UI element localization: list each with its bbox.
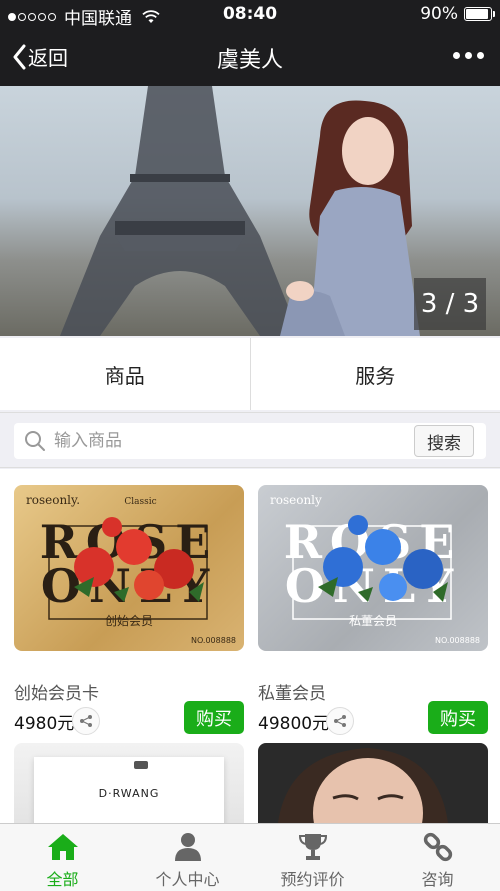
card-member-label: 私董会员: [348, 614, 397, 628]
more-button[interactable]: [453, 52, 484, 59]
search-input[interactable]: [54, 425, 414, 457]
tabbar-label: 预约评价: [280, 870, 345, 889]
share-button[interactable]: [72, 707, 100, 735]
dot-icon: [453, 52, 460, 59]
rose-bouquet-image: [318, 515, 448, 602]
product-image: roseonly ROSE ONLY 私董会员 NO.008888: [258, 485, 488, 651]
share-icon: [80, 715, 92, 727]
dot-icon: [465, 52, 472, 59]
tabbar-item-profile[interactable]: 个人中心: [125, 824, 250, 891]
tab-products[interactable]: 商品: [0, 338, 250, 410]
link-icon: [423, 832, 452, 862]
tabbar-label: 全部: [46, 870, 79, 889]
chevron-left-icon: [13, 44, 26, 69]
back-button[interactable]: 返回: [12, 42, 68, 71]
card-brand: D·RWANG: [98, 787, 160, 800]
page-title: 虞美人: [216, 48, 283, 73]
tab-services[interactable]: 服务: [249, 338, 500, 410]
trophy-icon: [298, 834, 327, 860]
rose-bouquet-image: [74, 517, 204, 602]
product-card[interactable]: [258, 743, 488, 823]
status-right: 90%: [420, 4, 495, 24]
back-label: 返回: [28, 46, 68, 70]
product-card[interactable]: D·RWANG: [14, 743, 244, 823]
app-page: 中国联通 08:40 90% 返回 虞美人 3 / 3 商品 服务 输入商品 搜…: [0, 0, 500, 891]
search-box: 搜索: [14, 423, 486, 459]
search-bar: 搜索: [0, 412, 500, 468]
product-image: D·RWANG: [14, 743, 244, 823]
card-number: NO.008888: [190, 636, 236, 645]
card-number: NO.008888: [434, 636, 480, 645]
card-member-label: 创始会员: [104, 614, 153, 628]
product-name: 创始会员卡: [14, 684, 99, 704]
banner-carousel[interactable]: 3 / 3: [0, 86, 500, 336]
tabbar-item-reviews[interactable]: 预约评价: [250, 824, 375, 891]
battery-icon: [464, 7, 495, 21]
dot-icon: [477, 52, 484, 59]
product-image: [258, 743, 488, 823]
tabbar-label: 个人中心: [155, 870, 220, 889]
search-icon: [25, 431, 45, 451]
carousel-counter: 3 / 3: [414, 278, 486, 330]
share-icon: [334, 715, 346, 727]
category-tabs: 商品 服务: [0, 338, 500, 410]
home-icon: [47, 834, 78, 860]
buy-button[interactable]: 购买: [428, 701, 488, 734]
nav-bar: 返回 虞美人: [0, 30, 500, 86]
tabbar-item-consult[interactable]: 咨询: [375, 824, 500, 891]
box-clip: [134, 761, 148, 769]
status-bar: 中国联通 08:40 90%: [0, 0, 500, 30]
battery-percent: 90%: [420, 4, 458, 24]
tabbar-item-all[interactable]: 全部: [0, 824, 125, 891]
search-button[interactable]: 搜索: [414, 425, 474, 457]
product-price: 49800元: [258, 714, 330, 734]
model-face-photo: [278, 748, 448, 823]
buy-button[interactable]: 购买: [184, 701, 244, 734]
product-name: 私董会员: [258, 684, 326, 704]
user-icon: [174, 833, 201, 861]
product-grid: roseonly. Classic ROSE ONLY 创始会员 NO.0088…: [0, 469, 500, 823]
product-price: 4980元: [14, 714, 75, 734]
bottom-tab-bar: 全部 个人中心 预约评价 咨询: [0, 823, 500, 891]
product-image: roseonly. Classic ROSE ONLY 创始会员 NO.0088…: [14, 485, 244, 651]
tabbar-label: 咨询: [421, 870, 454, 889]
share-button[interactable]: [326, 707, 354, 735]
product-card[interactable]: roseonly ROSE ONLY 私董会员 NO.008888 私董会员: [258, 485, 488, 739]
product-card[interactable]: roseonly. Classic ROSE ONLY 创始会员 NO.0088…: [14, 485, 244, 739]
